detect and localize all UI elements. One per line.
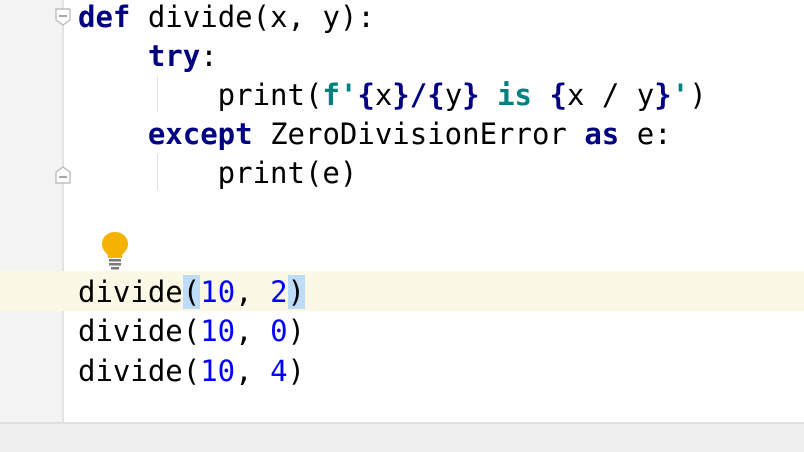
code-token: , xyxy=(235,314,271,348)
fold-minus-icon[interactable] xyxy=(54,8,72,26)
code-line[interactable]: divide(10, 0) xyxy=(78,311,305,351)
code-token: 4 xyxy=(270,354,288,388)
code-token: def xyxy=(78,0,131,34)
code-token: 10 xyxy=(200,314,236,348)
code-token: } xyxy=(462,78,498,112)
code-line[interactable]: print(e) xyxy=(78,153,358,193)
code-token: except xyxy=(147,117,253,151)
code-token: y xyxy=(444,78,463,112)
code-token: 10 xyxy=(200,275,236,309)
code-token: { xyxy=(357,78,375,112)
code-token: ( xyxy=(182,275,201,309)
code-token: 0 xyxy=(270,314,288,348)
code-token: divide( xyxy=(78,354,201,388)
code-token: 10 xyxy=(200,354,236,388)
code-token: }/{ xyxy=(392,78,445,112)
code-line[interactable]: try: xyxy=(78,36,218,76)
code-token: { xyxy=(549,78,567,112)
code-token: try xyxy=(147,39,201,73)
fold-end-icon[interactable] xyxy=(54,166,72,184)
code-token: divide(x, y): xyxy=(130,0,375,34)
code-line[interactable]: except ZeroDivisionError as e: xyxy=(78,114,672,154)
code-token: 2 xyxy=(270,275,288,309)
code-line[interactable]: divide(10, 2) xyxy=(78,272,306,312)
status-bar xyxy=(0,422,804,452)
code-token: } xyxy=(654,78,672,112)
code-token: e: xyxy=(619,117,672,151)
code-token: f' xyxy=(322,78,358,112)
editor-gutter[interactable] xyxy=(0,0,62,422)
code-token: ' xyxy=(671,78,690,112)
code-line[interactable]: def divide(x, y): xyxy=(78,0,375,37)
code-token: : xyxy=(200,39,218,73)
code-token: is xyxy=(497,78,532,112)
code-token: print( xyxy=(78,78,323,112)
code-token: ) xyxy=(287,354,305,388)
code-token: , xyxy=(235,275,271,309)
code-line[interactable]: print(f'{x}/{y} is {x / y}') xyxy=(78,75,707,115)
code-token: x / y xyxy=(566,78,655,112)
code-token: as xyxy=(584,117,620,151)
code-token: ) xyxy=(287,314,305,348)
code-token: ) xyxy=(287,275,306,309)
code-token: ZeroDivisionError xyxy=(252,117,585,151)
gutter-separator xyxy=(62,0,64,422)
code-line[interactable]: divide(10, 4) xyxy=(78,351,305,391)
lightbulb-icon[interactable] xyxy=(99,230,131,270)
code-token: divide xyxy=(78,275,183,309)
code-token: print(e) xyxy=(78,156,358,190)
code-token: ) xyxy=(689,78,707,112)
code-token: , xyxy=(235,354,271,388)
code-token: divide( xyxy=(78,314,201,348)
code-token: x xyxy=(374,78,393,112)
